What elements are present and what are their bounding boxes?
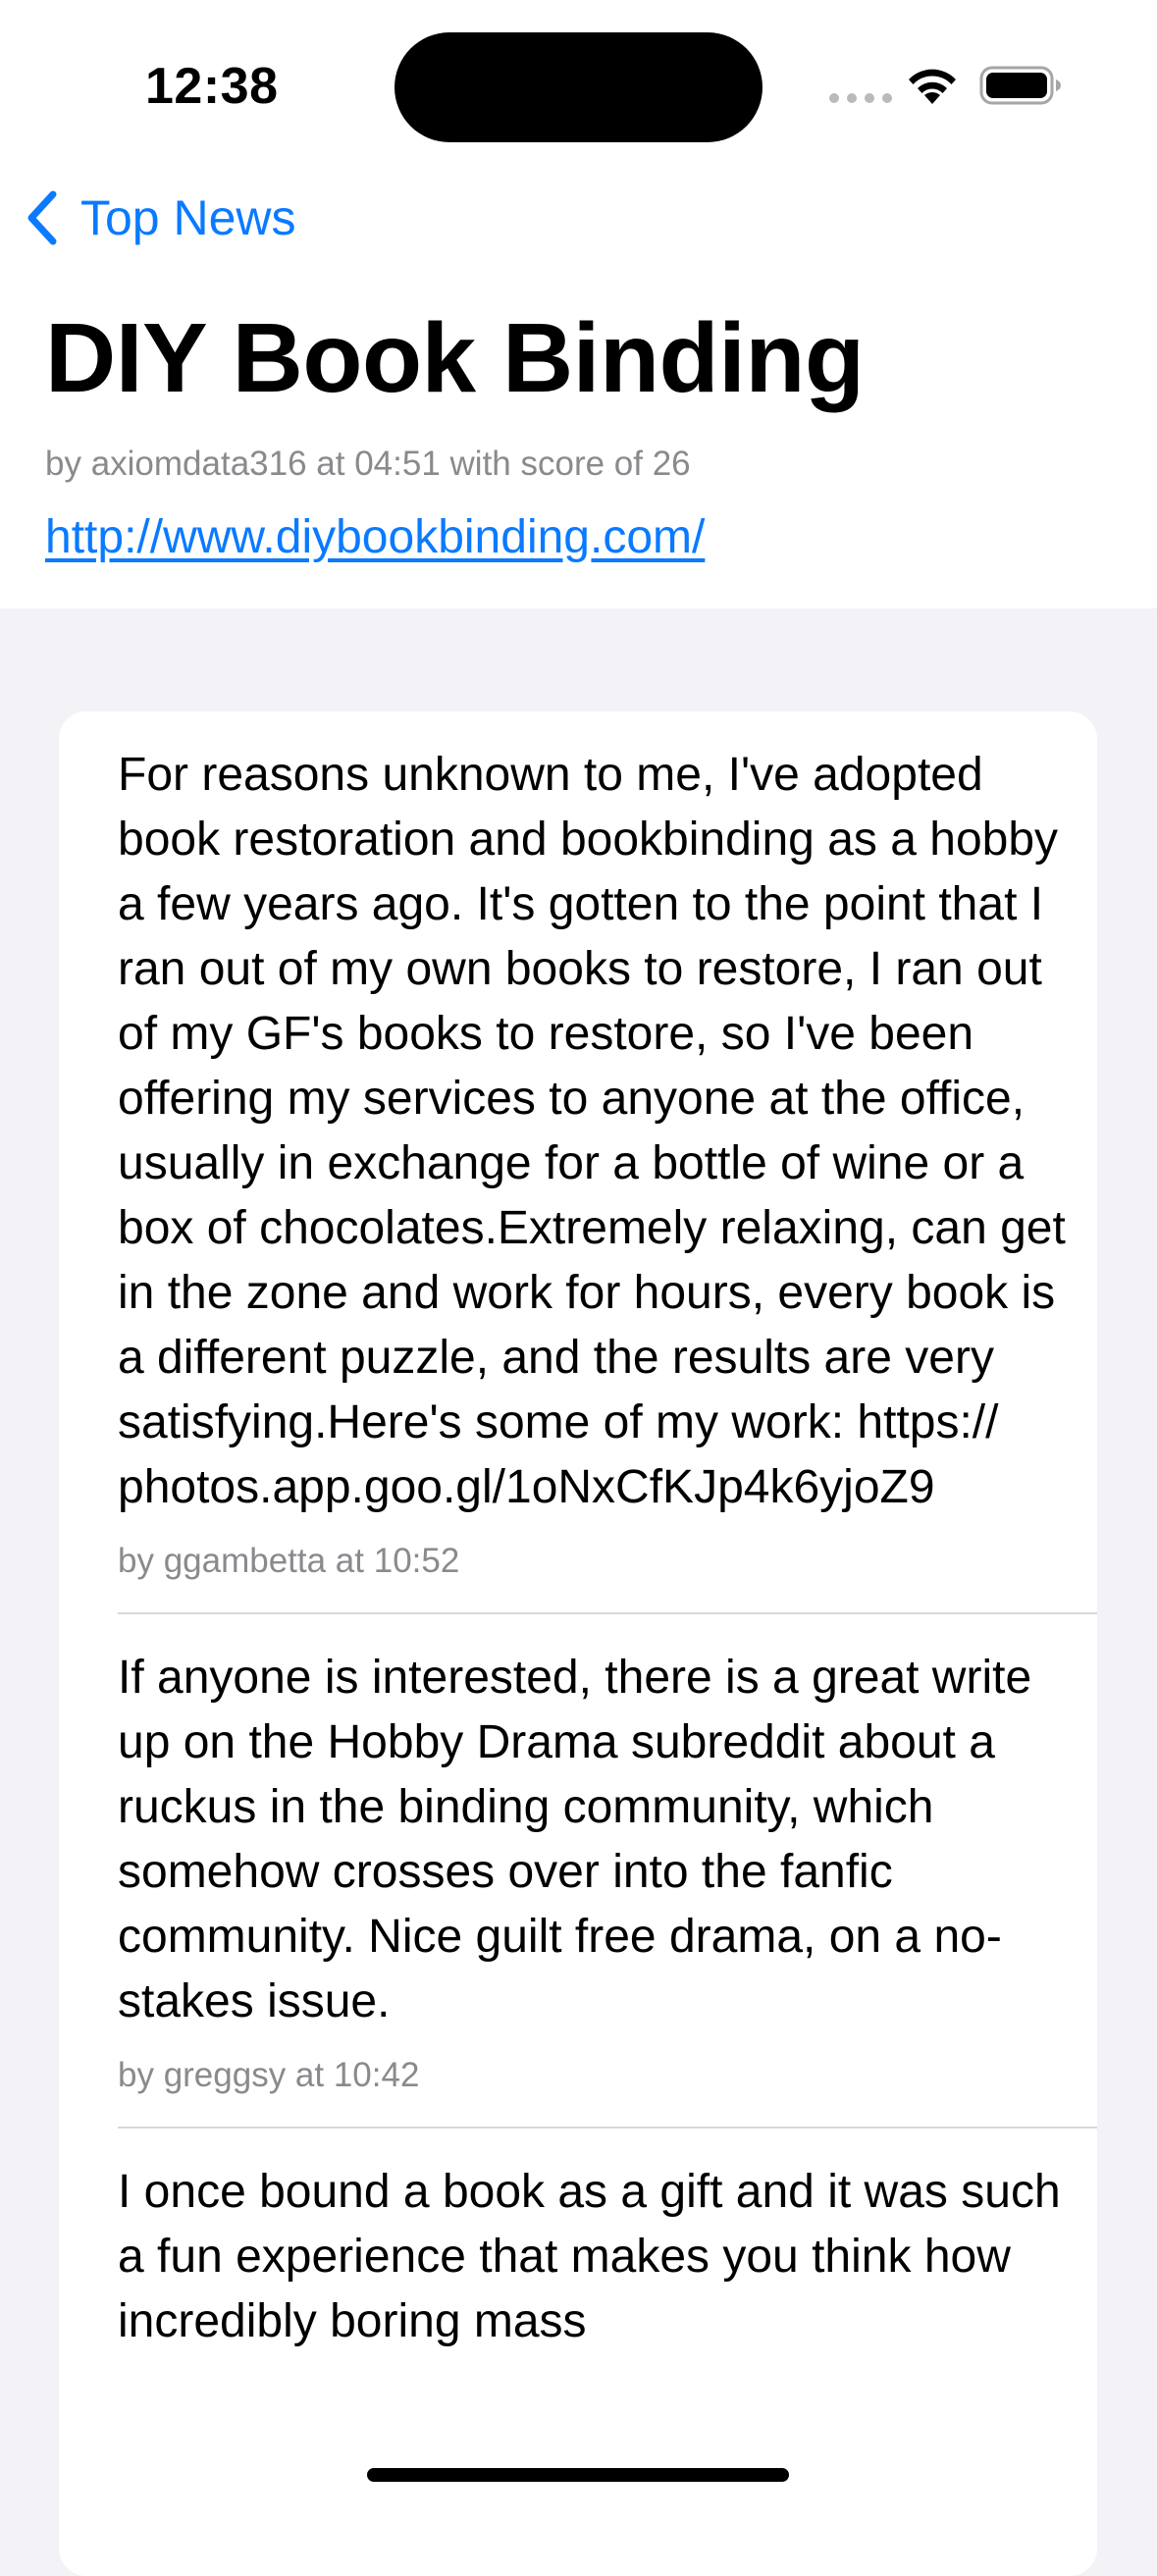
cellular-signal-icon: [829, 93, 892, 103]
comment-item[interactable]: For reasons unknown to me, I've adopted …: [59, 711, 1097, 1612]
comment-text: For reasons unknown to me, I've adopted …: [118, 749, 1066, 1513]
home-indicator[interactable]: [367, 2468, 789, 2482]
comment-meta: by greggsy at 10:42: [118, 2056, 420, 2094]
status-time: 12:38: [145, 58, 279, 115]
comment-meta: by ggambetta at 10:52: [118, 1542, 460, 1580]
comment-item[interactable]: If anyone is interested, there is a grea…: [59, 1614, 1097, 2127]
comment-item[interactable]: I once bound a book as a gift and it was…: [59, 2129, 1097, 2354]
comments-list: For reasons unknown to me, I've adopted …: [59, 711, 1097, 2576]
story-header: Top News DIY Book Binding by axiomdata31…: [0, 147, 1157, 608]
battery-icon: [979, 66, 1061, 105]
story-title: DIY Book Binding: [45, 303, 865, 413]
story-byline: by axiomdata316 at 04:51 with score of 2…: [45, 445, 691, 483]
wifi-icon: [909, 69, 956, 104]
comment-text: I once bound a book as a gift and it was…: [118, 2166, 1061, 2347]
comment-text: If anyone is interested, there is a grea…: [118, 1652, 1032, 2027]
status-bar: 12:38: [0, 0, 1157, 147]
back-button[interactable]: Top News: [24, 188, 296, 247]
chevron-left-icon: [27, 190, 57, 245]
back-button-label: Top News: [80, 190, 296, 245]
dynamic-island: [394, 32, 763, 142]
story-url-link[interactable]: http://www.diybookbinding.com/: [45, 510, 705, 564]
